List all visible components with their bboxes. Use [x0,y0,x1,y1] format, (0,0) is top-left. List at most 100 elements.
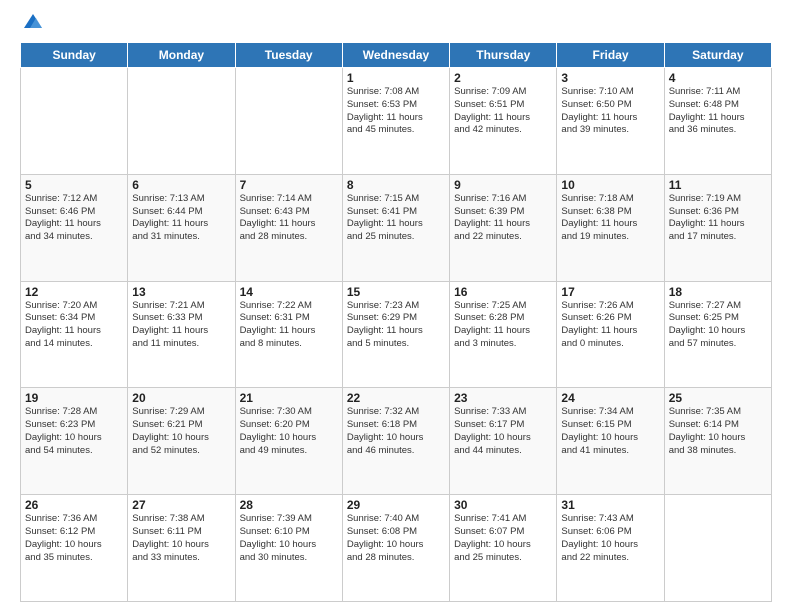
day-info: Sunrise: 7:22 AM Sunset: 6:31 PM Dayligh… [240,300,338,351]
day-number: 4 [669,71,767,85]
calendar-week-2: 12Sunrise: 7:20 AM Sunset: 6:34 PM Dayli… [21,281,772,388]
day-info: Sunrise: 7:09 AM Sunset: 6:51 PM Dayligh… [454,86,552,137]
calendar-cell: 27Sunrise: 7:38 AM Sunset: 6:11 PM Dayli… [128,495,235,602]
day-number: 17 [561,285,659,299]
day-info: Sunrise: 7:19 AM Sunset: 6:36 PM Dayligh… [669,193,767,244]
day-number: 10 [561,178,659,192]
page: SundayMondayTuesdayWednesdayThursdayFrid… [0,0,792,612]
calendar-cell: 30Sunrise: 7:41 AM Sunset: 6:07 PM Dayli… [450,495,557,602]
calendar-week-4: 26Sunrise: 7:36 AM Sunset: 6:12 PM Dayli… [21,495,772,602]
day-info: Sunrise: 7:32 AM Sunset: 6:18 PM Dayligh… [347,406,445,457]
calendar-header-thursday: Thursday [450,43,557,68]
day-info: Sunrise: 7:25 AM Sunset: 6:28 PM Dayligh… [454,300,552,351]
day-info: Sunrise: 7:36 AM Sunset: 6:12 PM Dayligh… [25,513,123,564]
calendar-cell: 16Sunrise: 7:25 AM Sunset: 6:28 PM Dayli… [450,281,557,388]
day-info: Sunrise: 7:23 AM Sunset: 6:29 PM Dayligh… [347,300,445,351]
day-info: Sunrise: 7:18 AM Sunset: 6:38 PM Dayligh… [561,193,659,244]
day-info: Sunrise: 7:10 AM Sunset: 6:50 PM Dayligh… [561,86,659,137]
calendar-cell: 1Sunrise: 7:08 AM Sunset: 6:53 PM Daylig… [342,68,449,175]
calendar-cell: 11Sunrise: 7:19 AM Sunset: 6:36 PM Dayli… [664,174,771,281]
day-number: 1 [347,71,445,85]
day-info: Sunrise: 7:38 AM Sunset: 6:11 PM Dayligh… [132,513,230,564]
calendar-cell: 7Sunrise: 7:14 AM Sunset: 6:43 PM Daylig… [235,174,342,281]
calendar-cell [235,68,342,175]
calendar-cell: 29Sunrise: 7:40 AM Sunset: 6:08 PM Dayli… [342,495,449,602]
day-number: 5 [25,178,123,192]
calendar-cell [664,495,771,602]
day-number: 16 [454,285,552,299]
day-info: Sunrise: 7:12 AM Sunset: 6:46 PM Dayligh… [25,193,123,244]
day-info: Sunrise: 7:40 AM Sunset: 6:08 PM Dayligh… [347,513,445,564]
day-number: 31 [561,498,659,512]
calendar-cell: 5Sunrise: 7:12 AM Sunset: 6:46 PM Daylig… [21,174,128,281]
day-info: Sunrise: 7:11 AM Sunset: 6:48 PM Dayligh… [669,86,767,137]
day-info: Sunrise: 7:43 AM Sunset: 6:06 PM Dayligh… [561,513,659,564]
calendar-week-0: 1Sunrise: 7:08 AM Sunset: 6:53 PM Daylig… [21,68,772,175]
calendar-header-monday: Monday [128,43,235,68]
calendar-header-saturday: Saturday [664,43,771,68]
calendar-cell: 13Sunrise: 7:21 AM Sunset: 6:33 PM Dayli… [128,281,235,388]
day-number: 9 [454,178,552,192]
calendar-cell: 23Sunrise: 7:33 AM Sunset: 6:17 PM Dayli… [450,388,557,495]
day-number: 3 [561,71,659,85]
logo [20,18,44,32]
calendar-cell: 8Sunrise: 7:15 AM Sunset: 6:41 PM Daylig… [342,174,449,281]
calendar-header-row: SundayMondayTuesdayWednesdayThursdayFrid… [21,43,772,68]
header [20,18,772,32]
day-number: 2 [454,71,552,85]
day-info: Sunrise: 7:21 AM Sunset: 6:33 PM Dayligh… [132,300,230,351]
day-info: Sunrise: 7:13 AM Sunset: 6:44 PM Dayligh… [132,193,230,244]
calendar-cell: 18Sunrise: 7:27 AM Sunset: 6:25 PM Dayli… [664,281,771,388]
day-info: Sunrise: 7:26 AM Sunset: 6:26 PM Dayligh… [561,300,659,351]
day-info: Sunrise: 7:08 AM Sunset: 6:53 PM Dayligh… [347,86,445,137]
day-info: Sunrise: 7:35 AM Sunset: 6:14 PM Dayligh… [669,406,767,457]
day-number: 21 [240,391,338,405]
calendar-cell [21,68,128,175]
calendar-cell: 3Sunrise: 7:10 AM Sunset: 6:50 PM Daylig… [557,68,664,175]
calendar-header-tuesday: Tuesday [235,43,342,68]
day-number: 18 [669,285,767,299]
day-number: 29 [347,498,445,512]
calendar-cell: 28Sunrise: 7:39 AM Sunset: 6:10 PM Dayli… [235,495,342,602]
day-info: Sunrise: 7:15 AM Sunset: 6:41 PM Dayligh… [347,193,445,244]
day-info: Sunrise: 7:30 AM Sunset: 6:20 PM Dayligh… [240,406,338,457]
day-info: Sunrise: 7:20 AM Sunset: 6:34 PM Dayligh… [25,300,123,351]
day-number: 12 [25,285,123,299]
day-info: Sunrise: 7:14 AM Sunset: 6:43 PM Dayligh… [240,193,338,244]
day-number: 6 [132,178,230,192]
calendar-cell: 31Sunrise: 7:43 AM Sunset: 6:06 PM Dayli… [557,495,664,602]
day-number: 30 [454,498,552,512]
calendar-table: SundayMondayTuesdayWednesdayThursdayFrid… [20,42,772,602]
logo-icon [22,10,44,32]
calendar-cell: 21Sunrise: 7:30 AM Sunset: 6:20 PM Dayli… [235,388,342,495]
day-number: 22 [347,391,445,405]
calendar-cell: 2Sunrise: 7:09 AM Sunset: 6:51 PM Daylig… [450,68,557,175]
day-number: 24 [561,391,659,405]
day-info: Sunrise: 7:16 AM Sunset: 6:39 PM Dayligh… [454,193,552,244]
day-number: 25 [669,391,767,405]
calendar-cell: 25Sunrise: 7:35 AM Sunset: 6:14 PM Dayli… [664,388,771,495]
day-number: 19 [25,391,123,405]
day-number: 13 [132,285,230,299]
calendar-cell: 10Sunrise: 7:18 AM Sunset: 6:38 PM Dayli… [557,174,664,281]
calendar-cell: 24Sunrise: 7:34 AM Sunset: 6:15 PM Dayli… [557,388,664,495]
day-number: 8 [347,178,445,192]
day-info: Sunrise: 7:33 AM Sunset: 6:17 PM Dayligh… [454,406,552,457]
day-number: 20 [132,391,230,405]
calendar-cell: 12Sunrise: 7:20 AM Sunset: 6:34 PM Dayli… [21,281,128,388]
day-info: Sunrise: 7:27 AM Sunset: 6:25 PM Dayligh… [669,300,767,351]
day-number: 28 [240,498,338,512]
calendar-cell [128,68,235,175]
day-number: 14 [240,285,338,299]
day-number: 11 [669,178,767,192]
day-number: 23 [454,391,552,405]
day-info: Sunrise: 7:41 AM Sunset: 6:07 PM Dayligh… [454,513,552,564]
calendar-cell: 20Sunrise: 7:29 AM Sunset: 6:21 PM Dayli… [128,388,235,495]
calendar-cell: 17Sunrise: 7:26 AM Sunset: 6:26 PM Dayli… [557,281,664,388]
calendar-week-1: 5Sunrise: 7:12 AM Sunset: 6:46 PM Daylig… [21,174,772,281]
day-info: Sunrise: 7:28 AM Sunset: 6:23 PM Dayligh… [25,406,123,457]
calendar-header-sunday: Sunday [21,43,128,68]
calendar-cell: 14Sunrise: 7:22 AM Sunset: 6:31 PM Dayli… [235,281,342,388]
calendar-cell: 15Sunrise: 7:23 AM Sunset: 6:29 PM Dayli… [342,281,449,388]
day-number: 26 [25,498,123,512]
